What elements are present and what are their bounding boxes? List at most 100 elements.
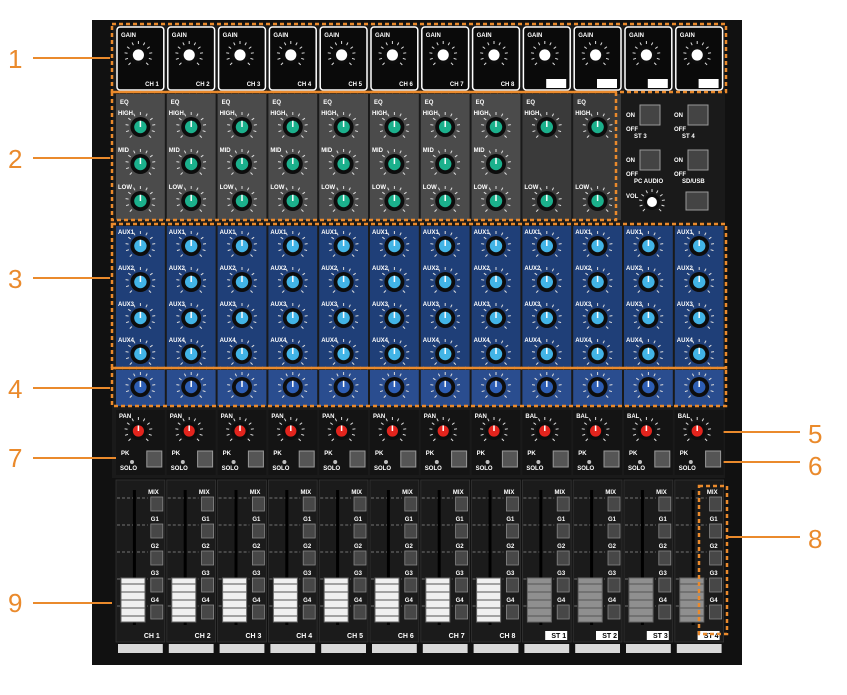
routing-label: G4 bbox=[303, 598, 312, 604]
callout-number: 7 bbox=[8, 443, 22, 473]
scribble-strip bbox=[270, 644, 316, 653]
routing-label: MIX bbox=[199, 490, 210, 496]
gain-channel-label: ST 1 bbox=[553, 82, 566, 88]
routing-label: MIX bbox=[250, 490, 261, 496]
aux-label: AUX2 bbox=[474, 266, 491, 272]
routing-button bbox=[404, 523, 418, 539]
eq-band-label: HIGH bbox=[423, 111, 438, 117]
routing-button bbox=[150, 523, 164, 539]
routing-label: G4 bbox=[659, 598, 668, 604]
scribble-strip bbox=[626, 644, 671, 653]
aux-label: AUX1 bbox=[423, 230, 440, 236]
aux-label: AUX1 bbox=[220, 230, 237, 236]
routing-button bbox=[709, 604, 722, 620]
routing-button bbox=[505, 523, 519, 539]
aux-label: AUX3 bbox=[372, 302, 389, 308]
aux-label: AUX4 bbox=[321, 338, 338, 344]
routing-label: G3 bbox=[608, 571, 617, 577]
gain-channel-label: CH 5 bbox=[348, 82, 362, 88]
eq-band-label: MID bbox=[270, 148, 282, 154]
eq-band-label: MID bbox=[474, 148, 486, 154]
routing-label: G2 bbox=[354, 544, 363, 550]
eq-band-label: HIGH bbox=[270, 111, 285, 117]
eq-title: EQ bbox=[222, 100, 231, 106]
solo-button bbox=[603, 450, 620, 468]
routing-button bbox=[353, 550, 367, 566]
aux-label: AUX3 bbox=[524, 302, 541, 308]
routing-label: G4 bbox=[354, 598, 363, 604]
pk-label: PK bbox=[121, 451, 130, 457]
routing-button bbox=[455, 577, 469, 593]
routing-button bbox=[658, 577, 672, 593]
gain-label: GAIN bbox=[273, 33, 288, 39]
solo-button bbox=[501, 450, 518, 468]
routing-button bbox=[201, 523, 215, 539]
aux-label: AUX2 bbox=[220, 266, 237, 272]
routing-button bbox=[150, 550, 164, 566]
aux-label: AUX3 bbox=[118, 302, 135, 308]
routing-button bbox=[658, 496, 672, 512]
aux-label: AUX2 bbox=[169, 266, 186, 272]
routing-button bbox=[505, 496, 519, 512]
channel-label: CH 1 bbox=[144, 633, 160, 640]
gain-label: GAIN bbox=[324, 33, 339, 39]
aux-label: AUX2 bbox=[524, 266, 541, 272]
routing-label: G1 bbox=[354, 517, 363, 523]
pk-led bbox=[587, 460, 592, 464]
solo-label: SOLO bbox=[628, 466, 645, 472]
aux-label: AUX2 bbox=[677, 266, 694, 272]
gain-label: GAIN bbox=[172, 33, 187, 39]
aux-label: AUX1 bbox=[321, 230, 338, 236]
routing-button bbox=[556, 496, 570, 512]
switch-button bbox=[687, 104, 709, 126]
routing-button bbox=[455, 604, 469, 620]
routing-button bbox=[455, 496, 469, 512]
pan-label: PAN bbox=[424, 414, 436, 420]
aux-label: AUX3 bbox=[270, 302, 287, 308]
routing-label: MIX bbox=[555, 490, 566, 496]
aux-label: AUX2 bbox=[118, 266, 135, 272]
gain-label: GAIN bbox=[477, 33, 492, 39]
routing-label: G3 bbox=[202, 571, 211, 577]
channel-label: CH 4 bbox=[296, 633, 312, 640]
routing-label: G3 bbox=[303, 571, 312, 577]
routing-button bbox=[201, 550, 215, 566]
solo-label: SOLO bbox=[425, 466, 442, 472]
aux-label: AUX3 bbox=[423, 302, 440, 308]
solo-button bbox=[451, 450, 468, 468]
pk-led bbox=[282, 460, 287, 464]
aux-label: AUX4 bbox=[575, 338, 592, 344]
pk-label: PK bbox=[223, 451, 232, 457]
eq-band-label: MID bbox=[169, 148, 181, 154]
eq-title: EQ bbox=[526, 100, 535, 106]
routing-button bbox=[404, 604, 418, 620]
pk-label: PK bbox=[527, 451, 536, 457]
on-label: ON bbox=[626, 158, 635, 164]
pk-led bbox=[688, 460, 693, 464]
routing-label: G1 bbox=[202, 517, 211, 523]
callout-number: 1 bbox=[8, 44, 22, 74]
aux-label: AUX1 bbox=[474, 230, 491, 236]
scribble-strip bbox=[676, 644, 722, 653]
solo-label: SOLO bbox=[476, 466, 493, 472]
routing-label: G3 bbox=[456, 571, 465, 577]
solo-label: SOLO bbox=[222, 466, 239, 472]
routing-button bbox=[607, 604, 621, 620]
routing-button bbox=[404, 577, 418, 593]
pk-label: PK bbox=[375, 451, 384, 457]
routing-label: MIX bbox=[504, 490, 515, 496]
routing-label: G3 bbox=[710, 571, 719, 577]
solo-button bbox=[146, 450, 163, 468]
solo-button bbox=[705, 450, 722, 468]
switch-panel bbox=[621, 94, 724, 220]
pan-label: PAN bbox=[119, 414, 131, 420]
on-label: ON bbox=[674, 158, 683, 164]
routing-label: G4 bbox=[252, 598, 261, 604]
eq-title: EQ bbox=[577, 100, 586, 106]
solo-label: SOLO bbox=[679, 466, 696, 472]
eq-title: EQ bbox=[476, 100, 485, 106]
routing-label: G1 bbox=[557, 517, 566, 523]
routing-label: G1 bbox=[303, 517, 312, 523]
eq-band-label: MID bbox=[321, 148, 333, 154]
routing-label: G4 bbox=[456, 598, 465, 604]
